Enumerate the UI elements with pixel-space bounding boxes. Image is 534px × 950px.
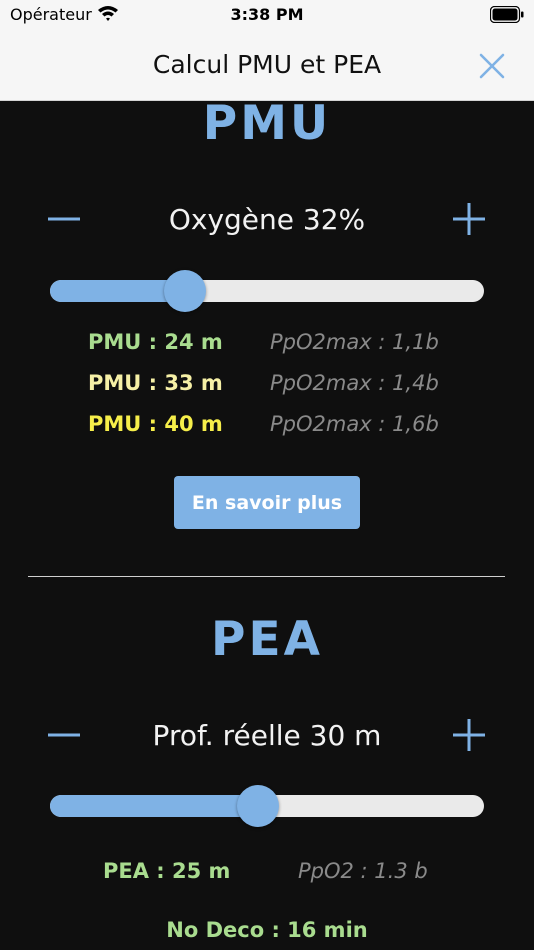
- slider-thumb[interactable]: [163, 270, 206, 312]
- no-deco-time: No Deco : 16 min: [166, 918, 368, 942]
- pea-title: PEA: [211, 612, 323, 667]
- ppo2max-3: PpO2max : 1,6b: [270, 412, 439, 436]
- gas-increase-button[interactable]: [451, 201, 487, 237]
- slider-thumb[interactable]: [237, 785, 280, 827]
- slider-fill: [50, 795, 259, 817]
- ppo2max-1: PpO2max : 1,1b: [270, 330, 439, 354]
- ppo2max-2: PpO2max : 1,4b: [270, 371, 439, 395]
- close-icon[interactable]: [478, 52, 506, 80]
- gas-slider[interactable]: [50, 270, 484, 312]
- status-bar: Opérateur 3:38 PM: [0, 0, 534, 32]
- pea-result: PEA : 25 m: [103, 859, 231, 883]
- pmu-title: PMU: [202, 96, 332, 151]
- navigation-bar: Calcul PMU et PEA: [0, 32, 534, 101]
- battery-icon: [490, 6, 524, 23]
- pmu-result-2: PMU : 33 m: [88, 371, 223, 395]
- page-title: Calcul PMU et PEA: [152, 50, 382, 79]
- clock: 3:38 PM: [230, 5, 304, 24]
- ppo2-value: PpO2 : 1.3 b: [298, 859, 428, 883]
- section-divider: [28, 576, 505, 577]
- learn-more-button[interactable]: En savoir plus: [174, 476, 360, 529]
- pmu-result-1: PMU : 24 m: [88, 330, 223, 354]
- depth-slider[interactable]: [50, 785, 484, 827]
- pmu-result-3: PMU : 40 m: [88, 412, 223, 436]
- depth-increase-button[interactable]: [451, 717, 487, 753]
